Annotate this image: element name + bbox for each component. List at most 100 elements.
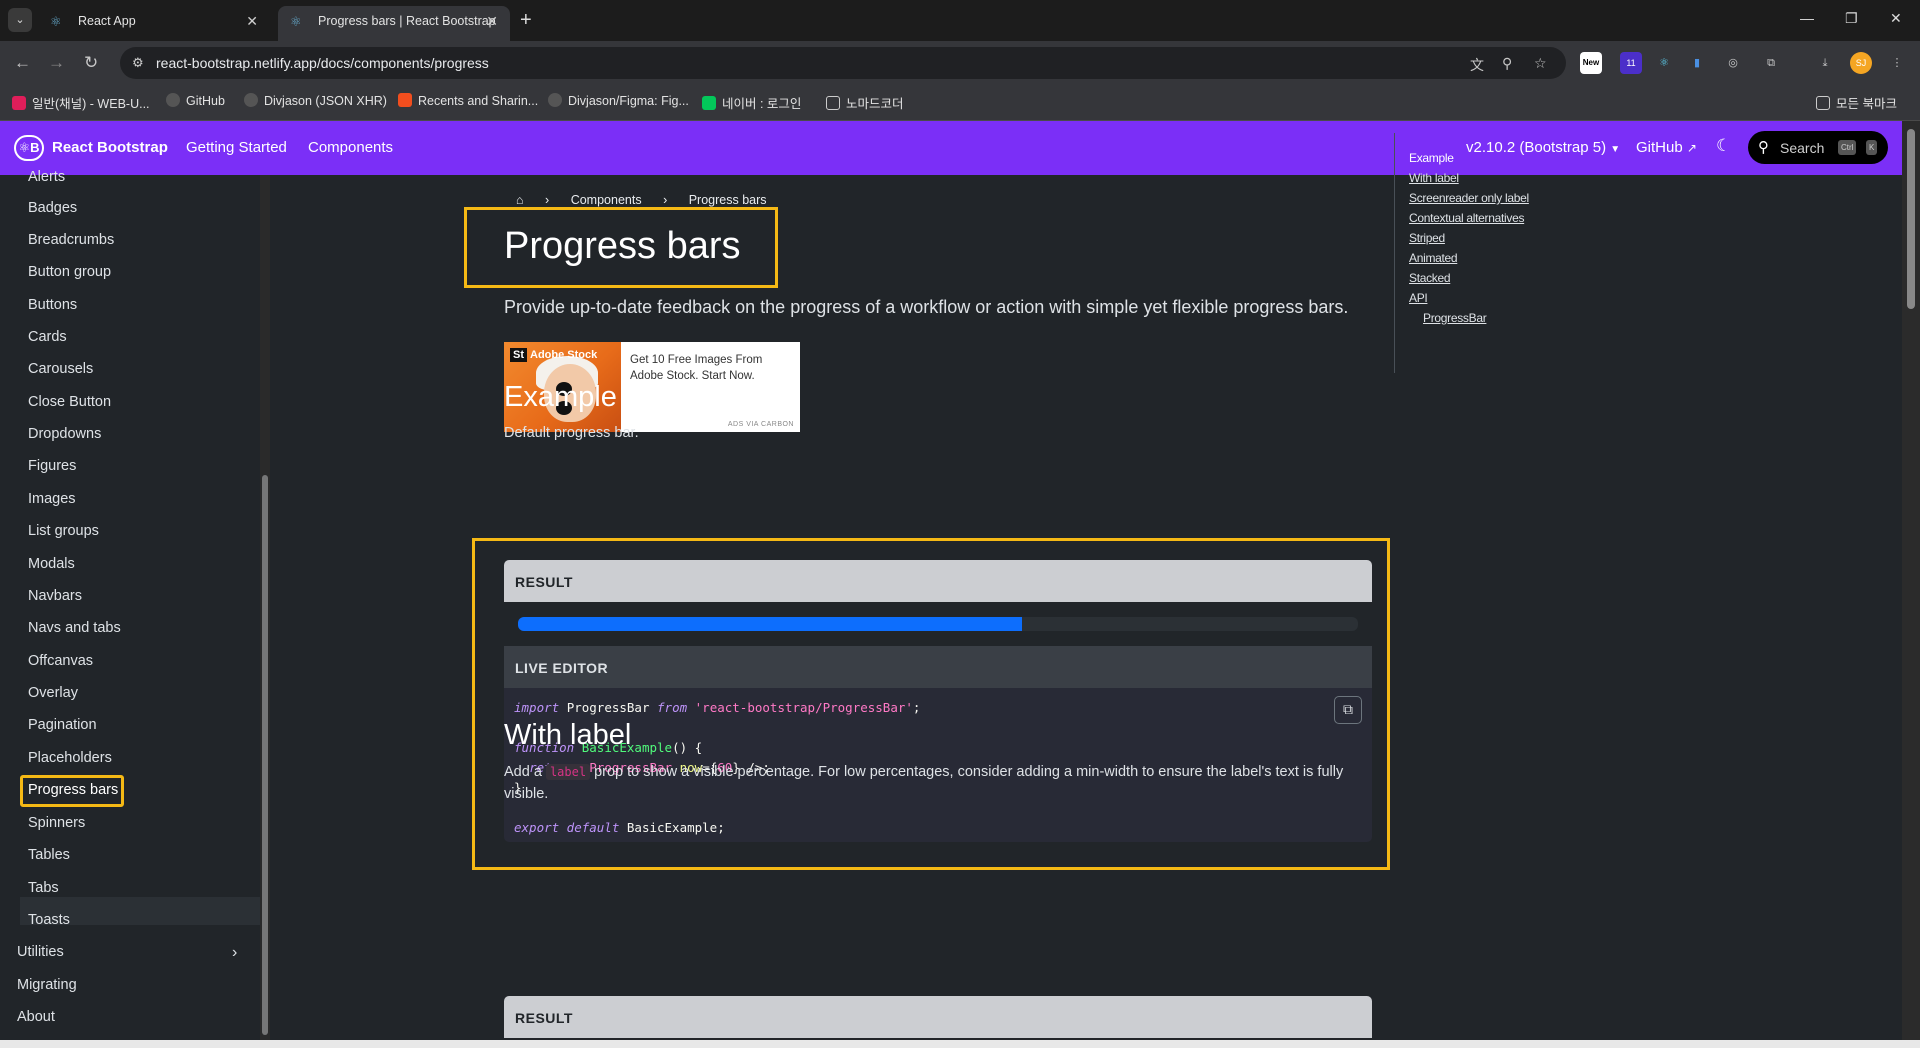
toc-stacked[interactable]: Stacked (1409, 271, 1451, 285)
bookmark-item[interactable]: Divjason/Figma: Fig... (548, 93, 689, 108)
nav-getting-started[interactable]: Getting Started (186, 139, 287, 156)
browser-menu-icon[interactable]: ⋮ (1886, 52, 1908, 74)
sidebar-item-tables[interactable]: Tables (28, 847, 70, 863)
breadcrumb-progress-bars: Progress bars (688, 193, 767, 207)
extension-circle-icon[interactable]: ◎ (1722, 52, 1744, 74)
minimize-icon[interactable]: — (1800, 10, 1814, 26)
new-tab-button[interactable]: + (520, 8, 532, 32)
sidebar-item-placeholders[interactable]: Placeholders (28, 750, 112, 766)
extension-doc-icon[interactable]: ▮ (1686, 52, 1708, 74)
toc-contextual-alternatives[interactable]: Contextual alternatives (1409, 211, 1524, 225)
reload-icon[interactable]: ↻ (84, 53, 98, 73)
github-link[interactable]: GitHub ↗ (1636, 139, 1697, 156)
toc-api[interactable]: API (1409, 291, 1428, 305)
toc-with-label[interactable]: With label (1409, 171, 1459, 185)
url-text[interactable]: react-bootstrap.netlify.app/docs/compone… (156, 55, 489, 71)
download-icon[interactable]: ⤓ (1814, 52, 1836, 74)
address-bar[interactable]: ⚙ react-bootstrap.netlify.app/docs/compo… (120, 47, 1566, 79)
sidebar-item-breadcrumbs[interactable]: Breadcrumbs (28, 232, 114, 248)
sidebar-item-migrating[interactable]: Migrating (17, 977, 77, 993)
sidebar-item-images[interactable]: Images (28, 491, 76, 507)
brand-link[interactable]: React Bootstrap (52, 139, 168, 156)
tab-react-app[interactable]: ⚛ React App ✕ (38, 6, 270, 41)
tab-progress-bars[interactable]: ⚛ Progress bars | React Bootstrap ✕ (278, 6, 510, 41)
nav-components[interactable]: Components (308, 139, 393, 156)
sidebar-item-badges[interactable]: Badges (28, 200, 77, 216)
extension-new-icon[interactable]: New (1580, 52, 1602, 74)
zoom-icon[interactable]: ⚲ (1502, 55, 1512, 72)
kbd-ctrl: Ctrl (1838, 140, 1857, 155)
sidebar-item-navs-and-tabs[interactable]: Navs and tabs (28, 620, 121, 636)
sidebar-item-pagination[interactable]: Pagination (28, 717, 97, 733)
sidebar-item-dropdowns[interactable]: Dropdowns (28, 426, 101, 442)
heading-example: Example (504, 381, 617, 413)
breadcrumb: ⌂ › Components › Progress bars (516, 193, 785, 207)
breadcrumb-sep: › (545, 193, 550, 207)
restore-icon[interactable]: ❐ (1845, 10, 1858, 27)
bookmark-item[interactable]: Recents and Sharin... (398, 93, 538, 108)
react-bootstrap-logo-icon[interactable]: ⚛B (14, 135, 44, 161)
page-title: Progress bars (504, 225, 741, 267)
extension-eleven-icon[interactable]: 11 (1620, 52, 1642, 74)
sidebar-item-navbars[interactable]: Navbars (28, 588, 82, 604)
sidebar-item-button-group[interactable]: Button group (28, 264, 111, 280)
copy-icon[interactable]: ⧉ (1334, 696, 1362, 724)
kbd-k: K (1866, 140, 1878, 155)
site-info-icon[interactable]: ⚙ (132, 55, 144, 71)
sidebar-item-offcanvas[interactable]: Offcanvas (28, 653, 93, 669)
bookmark-item[interactable]: GitHub (166, 93, 225, 108)
sidebar-item-about[interactable]: About (17, 1009, 55, 1025)
close-window-icon[interactable]: ✕ (1890, 10, 1902, 27)
github-icon (548, 93, 562, 107)
sidebar-item-cards[interactable]: Cards (28, 329, 67, 345)
toc-example[interactable]: Example (1409, 151, 1454, 165)
naver-icon (702, 96, 716, 110)
back-icon[interactable]: ← (14, 53, 31, 73)
close-tab-icon[interactable]: ✕ (246, 6, 258, 36)
progress-fill (518, 617, 1022, 631)
sidebar-item-utilities[interactable]: Utilities (17, 944, 64, 960)
sidebar-scrollbar[interactable] (260, 175, 270, 1040)
extensions-puzzle-icon[interactable]: ⧉ (1760, 52, 1782, 74)
forward-icon[interactable]: → (48, 53, 65, 73)
bookmark-item[interactable]: 네이버 : 로그인 (702, 93, 801, 112)
toc-screenreader-only-label[interactable]: Screenreader only label (1409, 191, 1529, 205)
breadcrumb-components[interactable]: Components (571, 193, 642, 207)
react-devtools-icon[interactable]: ⚛ (1653, 52, 1675, 74)
search-button[interactable]: ⚲ Search Ctrl K (1748, 131, 1888, 164)
bookmark-star-icon[interactable]: ☆ (1534, 55, 1547, 72)
home-icon[interactable]: ⌂ (516, 193, 524, 207)
sidebar-item-toasts[interactable]: Toasts (28, 912, 70, 928)
sidebar-item-buttons[interactable]: Buttons (28, 297, 77, 313)
page-lead: Provide up-to-date feedback on the progr… (504, 297, 1349, 317)
breadcrumb-sep: › (663, 193, 668, 207)
bookmark-item[interactable]: Divjason (JSON XHR) (244, 93, 387, 108)
sidebar-item-overlay[interactable]: Overlay (28, 685, 78, 701)
folder-icon (1816, 96, 1830, 110)
page-scrollbar[interactable] (1902, 121, 1920, 1040)
toc-animated[interactable]: Animated (1409, 251, 1458, 265)
chevron-right-icon[interactable]: › (232, 944, 237, 962)
ad-via[interactable]: ADS VIA CARBON (728, 421, 794, 428)
sidebar-item-alerts[interactable]: Alerts (28, 169, 65, 185)
sidebar-item-close-button[interactable]: Close Button (28, 394, 111, 410)
sidebar-item-list-groups[interactable]: List groups (28, 523, 99, 539)
tab-search-button[interactable]: ⌄ (8, 8, 32, 32)
sidebar-item-figures[interactable]: Figures (28, 458, 76, 474)
toc-striped[interactable]: Striped (1409, 231, 1445, 245)
theme-toggle-moon-icon[interactable]: ☾ (1716, 136, 1731, 156)
bookmark-item[interactable]: 일반(채널) - WEB-U... (12, 93, 150, 112)
sidebar-item-spinners[interactable]: Spinners (28, 815, 85, 831)
sidebar-item-modals[interactable]: Modals (28, 556, 75, 572)
example-description: Default progress bar. (504, 425, 639, 441)
sidebar-item-carousels[interactable]: Carousels (28, 361, 93, 377)
close-tab-icon[interactable]: ✕ (486, 6, 498, 36)
profile-avatar[interactable]: SJ (1850, 52, 1872, 74)
toc-progressbar[interactable]: ProgressBar (1423, 311, 1487, 325)
bookmark-item[interactable]: 노마드코더 (826, 93, 904, 112)
all-bookmarks[interactable]: 모든 북마크 (1816, 93, 1897, 112)
result-header-2: RESULT (504, 996, 1372, 1038)
sidebar-item-tabs[interactable]: Tabs (28, 880, 59, 896)
translate-icon[interactable]: 文 (1470, 55, 1484, 75)
ad-text[interactable]: Get 10 Free Images From Adobe Stock. Sta… (630, 352, 790, 384)
